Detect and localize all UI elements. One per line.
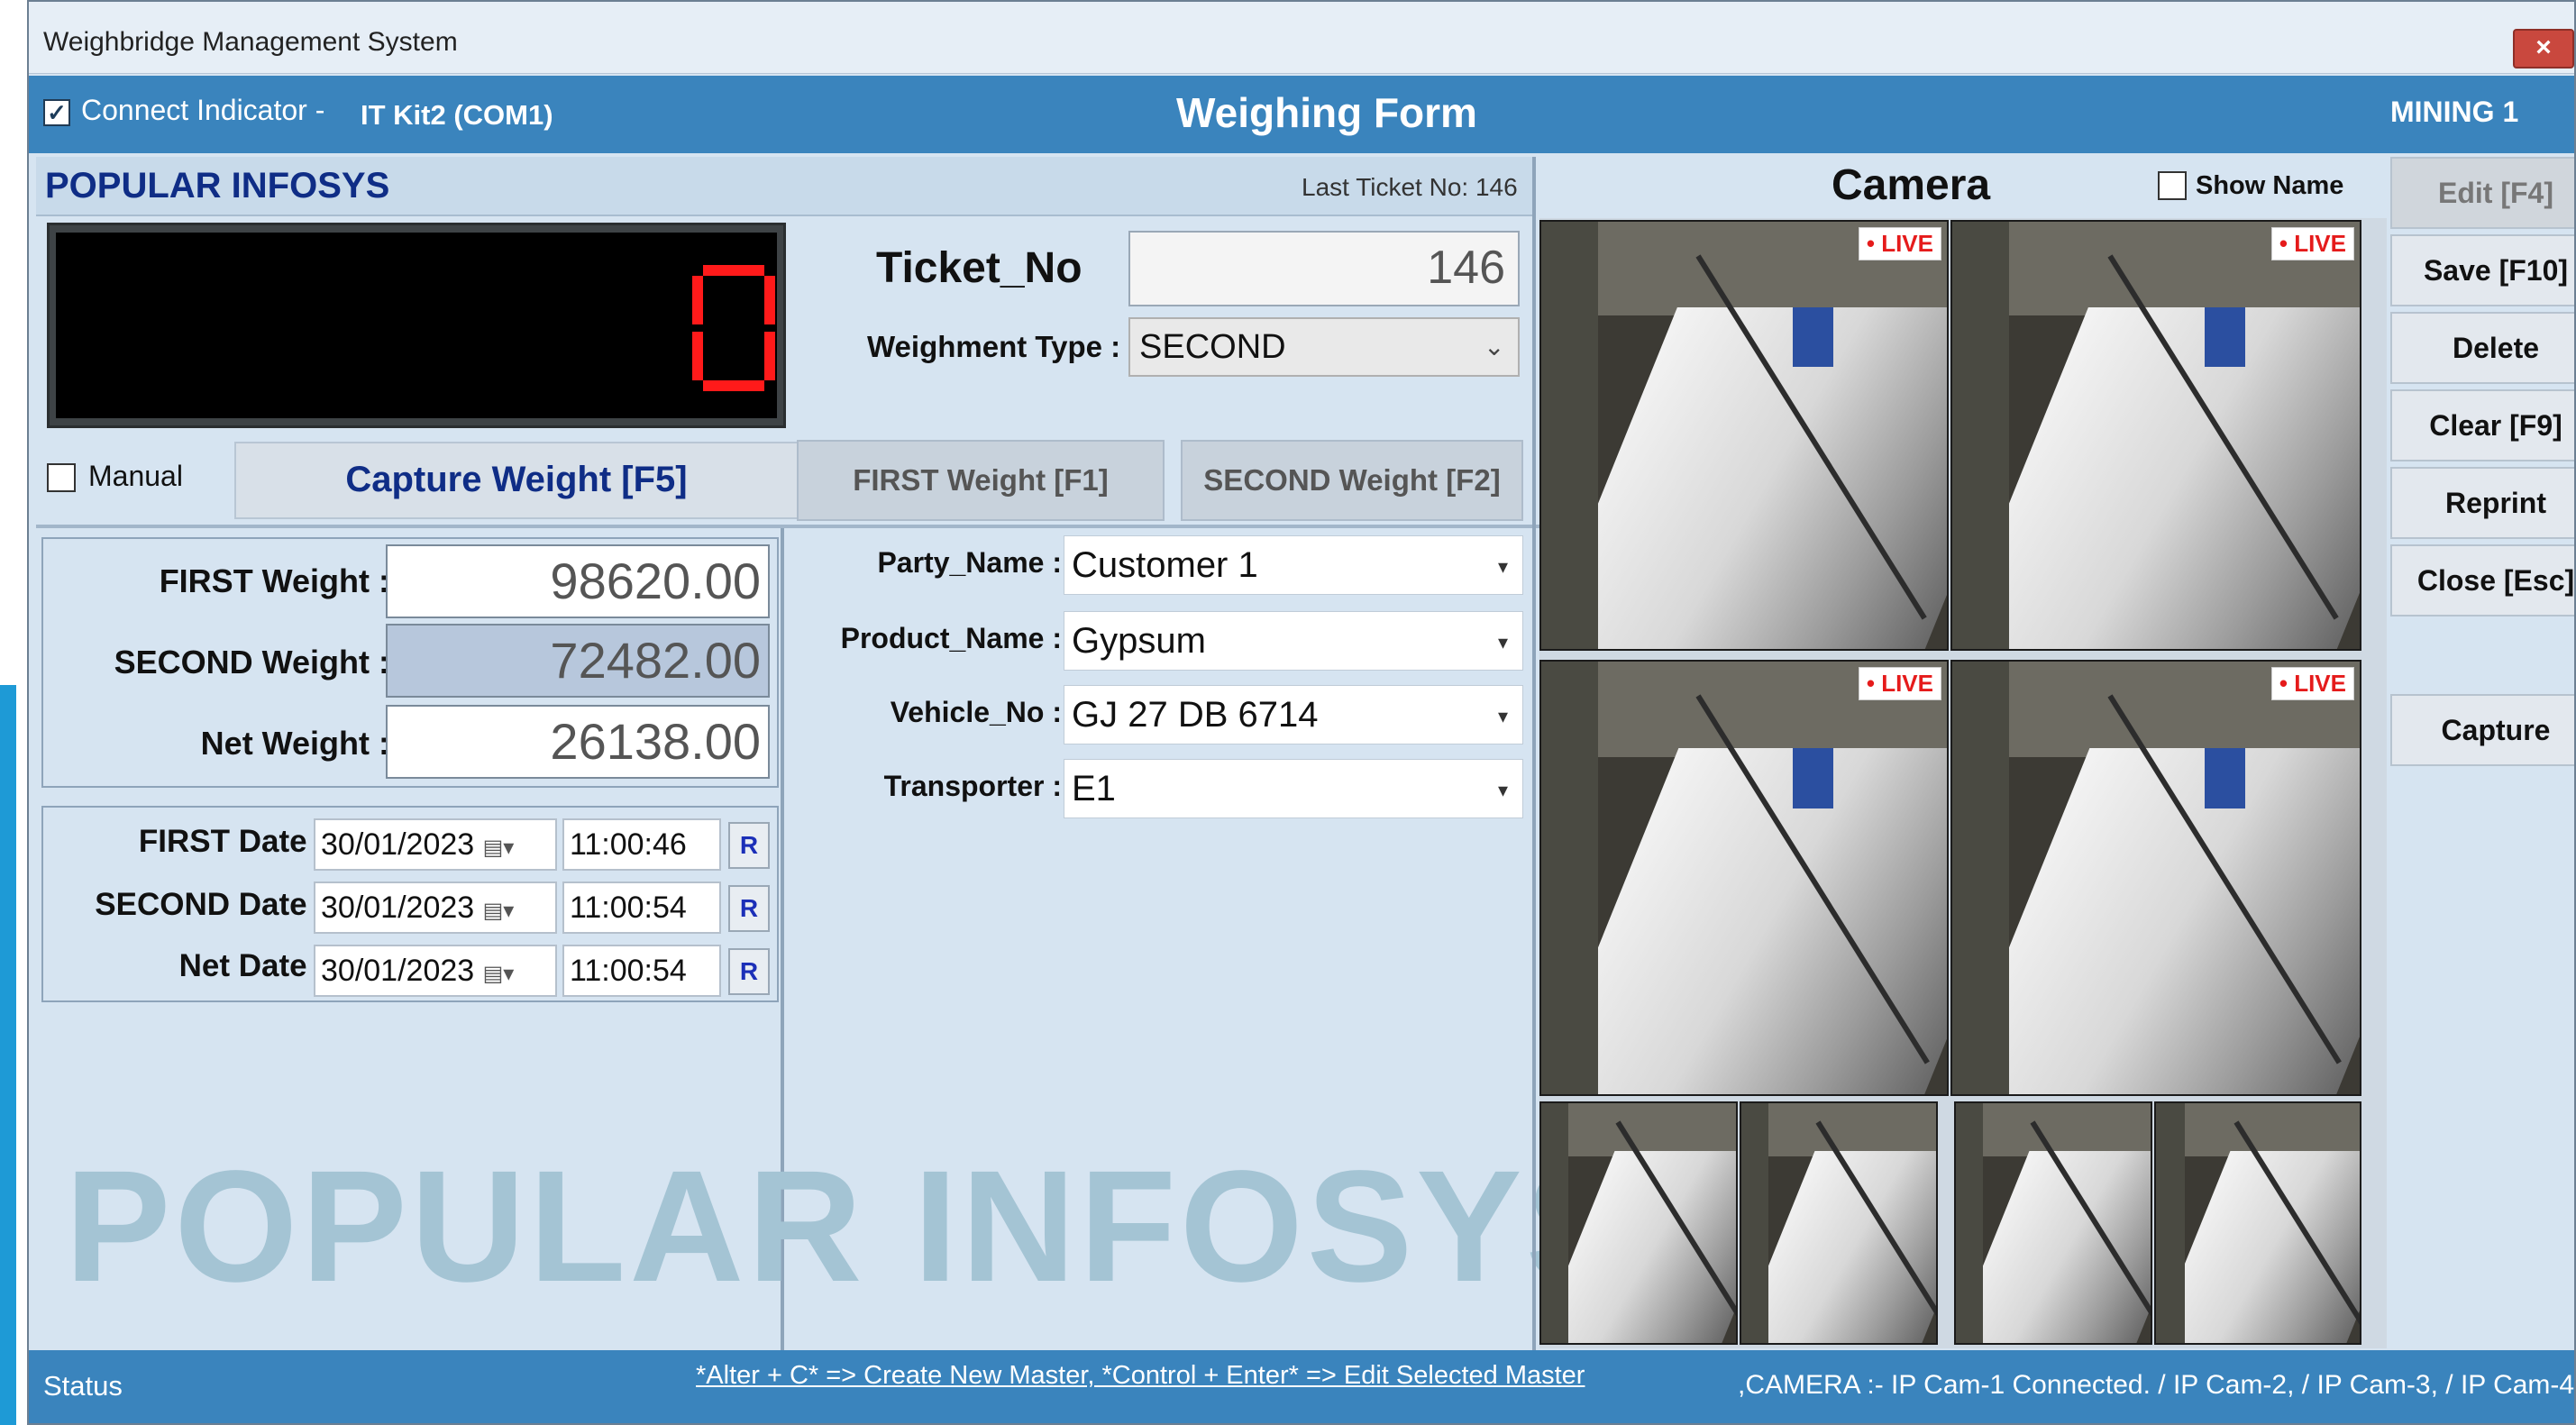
weighment-type-label: Weighment Type :: [867, 330, 1121, 363]
window-close-button[interactable]: ×: [2513, 29, 2574, 69]
connect-indicator-label: Connect Indicator -: [81, 94, 325, 126]
camera-thumbnail[interactable]: [1954, 1101, 2152, 1345]
display-segment: [764, 276, 775, 324]
camera-grid: • LIVE • LIVE • LIVE • LIVE: [1539, 218, 2387, 1348]
connect-indicator-checkbox[interactable]: ✓: [43, 99, 70, 126]
save-button[interactable]: Save [F10]: [2390, 234, 2574, 306]
show-name-label: Show Name: [2196, 171, 2344, 200]
chevron-down-icon[interactable]: ⌄: [1484, 332, 1504, 361]
ticket-no-field[interactable]: 146: [1128, 231, 1520, 306]
camera-feed[interactable]: • LIVE: [1950, 660, 2361, 1096]
dropdown-arrow-icon[interactable]: ▾: [1498, 631, 1508, 654]
net-date-picker[interactable]: 30/01/2023 ▤▾: [314, 945, 557, 997]
live-badge: • LIVE: [2270, 227, 2354, 260]
display-segment: [692, 332, 703, 380]
first-date-value: 30/01/2023: [321, 827, 475, 862]
manual-checkbox[interactable]: [47, 463, 76, 492]
display-segment: [703, 380, 764, 391]
calendar-icon[interactable]: ▤▾: [483, 962, 515, 986]
second-weight-field[interactable]: 72482.00: [386, 624, 770, 698]
second-date-picker[interactable]: 30/01/2023 ▤▾: [314, 881, 557, 934]
first-time-field[interactable]: 11:00:46: [562, 818, 721, 871]
camera-feed[interactable]: • LIVE: [1539, 220, 1949, 651]
camera-title: Camera: [1832, 161, 1991, 209]
second-date-value: 30/01/2023: [321, 891, 475, 925]
last-ticket-label: Last Ticket No: 146: [1302, 173, 1518, 201]
display-segment: [703, 265, 764, 276]
camera-thumbnail[interactable]: [2154, 1101, 2361, 1345]
display-segment: [764, 332, 775, 380]
left-edge: [0, 0, 27, 685]
net-time-field[interactable]: 11:00:54: [562, 945, 721, 997]
net-weight-label: Net Weight :: [200, 725, 389, 762]
camera-thumbnail[interactable]: [1539, 1101, 1738, 1345]
vehicle-no-combo[interactable]: GJ 27 DB 6714: [1064, 685, 1523, 744]
window-title: Weighbridge Management System: [43, 27, 458, 57]
first-weight-button[interactable]: FIRST Weight [F1]: [797, 440, 1165, 521]
edit-button[interactable]: Edit [F4]: [2390, 157, 2574, 229]
ticket-no-label: Ticket_No: [876, 244, 1082, 292]
net-date-refresh-button[interactable]: R: [728, 948, 770, 995]
show-name-checkbox[interactable]: [2158, 171, 2187, 200]
reprint-button[interactable]: Reprint: [2390, 467, 2574, 539]
company-name: POPULAR INFOSYS: [45, 166, 390, 206]
capture-weight-button[interactable]: Capture Weight [F5]: [234, 442, 799, 519]
connect-port-label: IT Kit2 (COM1): [361, 99, 553, 131]
second-date-label: SECOND Date :: [95, 887, 326, 922]
close-button[interactable]: Close [Esc]: [2390, 544, 2574, 617]
transporter-label: Transporter :: [883, 770, 1062, 802]
site-label: MINING 1: [2390, 96, 2519, 128]
section-divider: [36, 525, 1541, 528]
first-date-refresh-button[interactable]: R: [728, 822, 770, 869]
net-weight-field[interactable]: 26138.00: [386, 705, 770, 779]
status-label: Status: [43, 1370, 123, 1402]
manual-label: Manual: [88, 460, 183, 492]
delete-button[interactable]: Delete: [2390, 312, 2574, 384]
weight-display: [56, 233, 777, 418]
shortcut-hint-link[interactable]: *Alter + C* => Create New Master, *Contr…: [696, 1361, 1585, 1391]
capture-button[interactable]: Capture: [2390, 694, 2574, 766]
first-date-label: FIRST Date :: [138, 824, 326, 859]
dropdown-arrow-icon[interactable]: ▾: [1498, 555, 1508, 579]
display-segment: [692, 276, 703, 324]
dropdown-arrow-icon[interactable]: ▾: [1498, 705, 1508, 728]
app-window: Weighbridge Management System × ✓ Connec…: [27, 0, 2576, 1425]
product-name-label: Product_Name :: [840, 622, 1062, 654]
live-badge: • LIVE: [1858, 227, 1941, 260]
second-date-refresh-button[interactable]: R: [728, 885, 770, 932]
live-badge: • LIVE: [2270, 667, 2354, 700]
second-weight-button[interactable]: SECOND Weight [F2]: [1181, 440, 1523, 521]
first-date-picker[interactable]: 30/01/2023 ▤▾: [314, 818, 557, 871]
first-weight-field[interactable]: 98620.00: [386, 544, 770, 618]
product-name-combo[interactable]: Gypsum: [1064, 611, 1523, 671]
camera-feed[interactable]: • LIVE: [1539, 660, 1949, 1096]
clear-button[interactable]: Clear [F9]: [2390, 389, 2574, 461]
form-title: Weighing Form: [1176, 89, 1477, 136]
left-edge-accent: [0, 685, 16, 1425]
camera-status: ,CAMERA :- IP Cam-1 Connected. / IP Cam-…: [1738, 1370, 2575, 1400]
second-weight-label: SECOND Weight :: [114, 644, 389, 681]
transporter-combo[interactable]: E1: [1064, 759, 1523, 818]
net-date-value: 30/01/2023: [321, 954, 475, 988]
watermark: POPULAR INFOSYS: [65, 1138, 1635, 1315]
net-date-label: Net Date :: [178, 948, 326, 983]
party-name-label: Party_Name :: [877, 546, 1062, 579]
camera-feed[interactable]: • LIVE: [1950, 220, 2361, 651]
first-weight-label: FIRST Weight :: [159, 562, 389, 599]
weighment-type-select[interactable]: SECOND: [1128, 317, 1520, 377]
column-divider: [1532, 157, 1536, 1350]
second-time-field[interactable]: 11:00:54: [562, 881, 721, 934]
vehicle-no-label: Vehicle_No :: [890, 696, 1062, 728]
live-badge: • LIVE: [1858, 667, 1941, 700]
calendar-icon[interactable]: ▤▾: [483, 836, 515, 860]
calendar-icon[interactable]: ▤▾: [483, 899, 515, 923]
dropdown-arrow-icon[interactable]: ▾: [1498, 779, 1508, 802]
camera-thumbnail[interactable]: [1740, 1101, 1938, 1345]
party-name-combo[interactable]: Customer 1: [1064, 535, 1523, 595]
